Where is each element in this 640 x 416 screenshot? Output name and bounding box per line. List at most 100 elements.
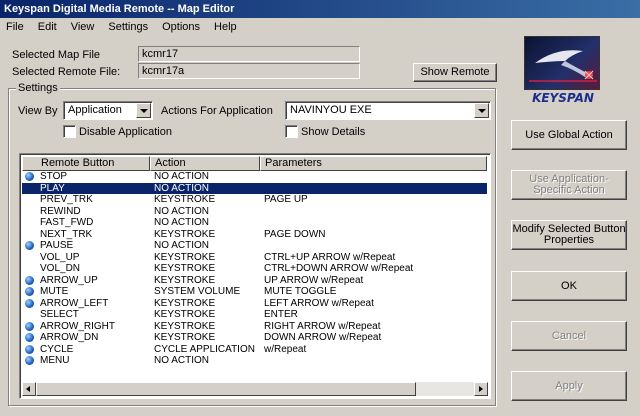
- table-row[interactable]: ARROW_RIGHT KEYSTROKE RIGHT ARROW w/Repeat: [22, 321, 487, 333]
- remote-button-name: CYCLE: [40, 343, 74, 355]
- action-cell: NO ACTION: [154, 205, 210, 217]
- apply-button[interactable]: Apply: [511, 371, 627, 401]
- action-cell: NO ACTION: [154, 355, 210, 366]
- action-cell: SYSTEM VOLUME: [154, 286, 241, 297]
- globe-icon: [25, 241, 34, 250]
- scroll-thumb[interactable]: [36, 382, 416, 396]
- parameters-cell: LEFT ARROW w/Repeat: [264, 297, 374, 309]
- logo-image: [524, 36, 600, 90]
- view-by-label: View By: [18, 105, 58, 117]
- globe-icon: [25, 356, 34, 365]
- action-cell: NO ACTION: [154, 217, 210, 228]
- chevron-down-icon[interactable]: [474, 103, 489, 118]
- disable-application-checkbox[interactable]: [63, 125, 76, 138]
- table-row[interactable]: ARROW_UP KEYSTROKE UP ARROW w/Repeat: [22, 275, 487, 287]
- parameters-cell: CTRL+UP ARROW w/Repeat: [264, 251, 396, 263]
- title-bar: Keyspan Digital Media Remote -- Map Edit…: [0, 0, 640, 18]
- table-row[interactable]: MENU NO ACTION: [22, 355, 487, 367]
- cancel-label: Cancel: [551, 329, 587, 342]
- table-row[interactable]: PREV_TRK KEYSTROKE PAGE UP: [22, 194, 487, 206]
- remote-button-name: FAST_FWD: [40, 217, 94, 228]
- menu-edit[interactable]: Edit: [31, 18, 64, 36]
- remote-button-cell: NEXT_TRK: [22, 229, 150, 241]
- parameters-cell: PAGE DOWN: [264, 228, 326, 240]
- menu-view[interactable]: View: [64, 18, 102, 36]
- table-row[interactable]: STOP NO ACTION: [22, 171, 487, 183]
- remote-button-name: ARROW_UP: [40, 274, 98, 286]
- remote-button-name: NEXT_TRK: [40, 228, 93, 240]
- disable-application-label: Disable Application: [79, 126, 172, 138]
- table-row[interactable]: NEXT_TRK KEYSTROKE PAGE DOWN: [22, 229, 487, 241]
- parameters-cell: UP ARROW w/Repeat: [264, 274, 364, 286]
- ok-button[interactable]: OK: [511, 271, 627, 301]
- parameters-cell: MUTE TOGGLE: [264, 286, 337, 297]
- application-select[interactable]: NAVINYOU EXE: [285, 101, 491, 120]
- remote-button-name: ARROW_DN: [40, 332, 99, 343]
- selected-map-file-field: kcmr17: [138, 46, 360, 62]
- show-details-label: Show Details: [301, 126, 366, 138]
- remote-button-name: ARROW_RIGHT: [40, 320, 115, 332]
- parameters-cell: [260, 171, 487, 183]
- action-cell: KEYSTROKE: [154, 228, 216, 240]
- keyspan-logo: KEYSPAN: [524, 36, 600, 106]
- show-remote-label: Show Remote: [420, 66, 490, 78]
- action-cell: KEYSTROKE: [154, 274, 216, 286]
- window-title: Keyspan Digital Media Remote -- Map Edit…: [4, 3, 235, 15]
- actions-for-label: Actions For Application: [161, 105, 273, 117]
- table-row[interactable]: CYCLE CYCLE APPLICATION w/Repeat: [22, 344, 487, 356]
- globe-icon: [25, 275, 34, 285]
- modify-selected-button-properties-button[interactable]: Modify Selected Button Properties: [511, 220, 627, 250]
- table-row[interactable]: ARROW_LEFT KEYSTROKE LEFT ARROW w/Repeat: [22, 298, 487, 310]
- column-action[interactable]: Action: [150, 156, 260, 171]
- parameters-cell: [260, 355, 487, 367]
- remote-button-cell: ARROW_DN: [22, 332, 150, 344]
- globe-icon: [25, 344, 34, 354]
- remote-button-cell: MENU: [22, 355, 150, 367]
- parameters-cell: w/Repeat: [264, 343, 307, 355]
- menu-file[interactable]: File: [0, 18, 31, 36]
- menu-options[interactable]: Options: [155, 18, 207, 36]
- scroll-right-icon[interactable]: [474, 382, 488, 396]
- show-details-checkbox[interactable]: [285, 125, 298, 138]
- parameters-cell: PAGE UP: [264, 194, 308, 205]
- table-row[interactable]: REWIND NO ACTION: [22, 206, 487, 218]
- scroll-left-icon[interactable]: [22, 382, 36, 396]
- button-mapping-list[interactable]: Remote Button Action Parameters STOP NO A…: [19, 153, 491, 399]
- application-value: NAVINYOU EXE: [290, 104, 372, 116]
- action-cell: KEYSTROKE: [154, 332, 216, 343]
- horizontal-scrollbar[interactable]: [22, 382, 488, 396]
- modify-selected-button-properties-label: Modify Selected Button Properties: [512, 223, 626, 246]
- table-row[interactable]: PLAY NO ACTION: [22, 182, 487, 194]
- menu-help[interactable]: Help: [207, 18, 244, 36]
- table-row[interactable]: SELECT KEYSTROKE ENTER: [22, 309, 487, 321]
- column-parameters[interactable]: Parameters: [260, 156, 487, 171]
- action-cell: KEYSTROKE: [154, 263, 216, 274]
- action-cell: CYCLE APPLICATION: [154, 343, 255, 355]
- menu-settings[interactable]: Settings: [101, 18, 155, 36]
- chevron-down-icon[interactable]: [136, 103, 151, 118]
- use-application-specific-action-button[interactable]: Use Application-Specific Action: [511, 170, 627, 200]
- logo-wordmark: KEYSPAN: [532, 91, 594, 105]
- remote-button-cell: MUTE: [22, 286, 150, 298]
- remote-button-cell: REWIND: [22, 206, 150, 218]
- action-cell: NO ACTION: [154, 240, 210, 251]
- view-by-select[interactable]: Application: [63, 101, 153, 120]
- cancel-button[interactable]: Cancel: [511, 321, 627, 351]
- table-row[interactable]: ARROW_DN KEYSTROKE DOWN ARROW w/Repeat: [22, 332, 487, 344]
- table-row[interactable]: FAST_FWD NO ACTION: [22, 217, 487, 229]
- parameters-cell: CTRL+DOWN ARROW w/Repeat: [264, 263, 414, 274]
- table-row[interactable]: VOL_UP KEYSTROKE CTRL+UP ARROW w/Repeat: [22, 252, 487, 264]
- table-row[interactable]: VOL_DN KEYSTROKE CTRL+DOWN ARROW w/Repeat: [22, 263, 487, 275]
- action-cell: KEYSTROKE: [154, 194, 216, 205]
- table-row[interactable]: MUTE SYSTEM VOLUME MUTE TOGGLE: [22, 286, 487, 298]
- remote-button-name: STOP: [40, 171, 68, 182]
- column-remote-button[interactable]: Remote Button: [22, 156, 150, 171]
- table-row[interactable]: PAUSE NO ACTION: [22, 240, 487, 252]
- use-global-action-button[interactable]: Use Global Action: [511, 120, 627, 150]
- selected-remote-file-label: Selected Remote File:: [12, 66, 121, 78]
- use-application-specific-action-label: Use Application-Specific Action: [529, 173, 609, 196]
- show-remote-button[interactable]: Show Remote: [413, 63, 497, 82]
- globe-icon: [25, 172, 34, 181]
- action-cell: KEYSTROKE: [154, 320, 216, 332]
- remote-button-cell: ARROW_LEFT: [22, 298, 150, 310]
